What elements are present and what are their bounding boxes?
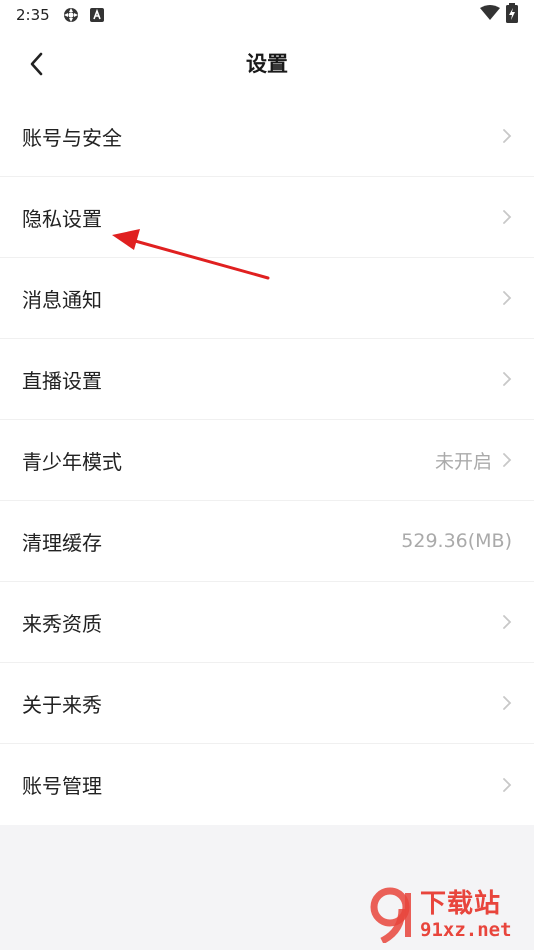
settings-item-label: 隐私设置 [22, 206, 102, 231]
site-watermark: 下载站 91xz.net [366, 884, 526, 946]
battery-charging-icon [506, 3, 518, 27]
settings-item-label: 关于来秀 [22, 692, 102, 717]
page-title: 设置 [246, 52, 288, 76]
settings-item-about[interactable]: 关于来秀 [0, 663, 534, 744]
cache-size: 529.36(MB) [401, 530, 512, 552]
teen-mode-status: 未开启 [434, 450, 492, 473]
chevron-right-icon [503, 129, 512, 143]
settings-item-label: 直播设置 [22, 368, 102, 393]
chevron-right-icon [503, 372, 512, 386]
settings-item-label: 消息通知 [22, 287, 102, 312]
settings-item-account-management[interactable]: 账号管理 [0, 744, 534, 825]
a-badge-icon [89, 8, 104, 22]
settings-item-label: 账号管理 [22, 774, 102, 798]
chevron-right-icon [503, 777, 512, 792]
chevron-right-icon [503, 615, 512, 629]
app-header: 设置 [0, 30, 534, 96]
wifi-icon [480, 5, 500, 25]
settings-list: 账号与安全 隐私设置 消息通知 直播设置 青少年模式 未开启 清理缓存 529.… [0, 96, 534, 825]
settings-item-label: 青少年模式 [22, 449, 122, 474]
chevron-right-icon [503, 696, 512, 710]
chevron-right-icon [503, 210, 512, 224]
settings-item-live-settings[interactable]: 直播设置 [0, 339, 534, 420]
back-button[interactable] [22, 50, 50, 78]
settings-item-notifications[interactable]: 消息通知 [0, 258, 534, 339]
chevron-right-icon [503, 291, 512, 305]
settings-item-label: 来秀资质 [22, 611, 102, 636]
watermark-cn-text: 下载站 [420, 889, 502, 919]
chevron-left-icon [30, 52, 43, 76]
watermark-logo [366, 887, 418, 945]
settings-item-label: 账号与安全 [22, 125, 122, 150]
status-time: 2:35 [16, 6, 50, 24]
settings-item-privacy[interactable]: 隐私设置 [0, 177, 534, 258]
settings-item-label: 清理缓存 [22, 530, 102, 555]
settings-gear-icon [62, 6, 80, 24]
settings-item-qualification[interactable]: 来秀资质 [0, 582, 534, 663]
status-bar: 2:35 [0, 0, 534, 30]
watermark-url: 91xz.net [420, 919, 512, 941]
chevron-right-icon [503, 453, 512, 467]
settings-item-clear-cache[interactable]: 清理缓存 529.36(MB) [0, 501, 534, 582]
settings-item-account-security[interactable]: 账号与安全 [0, 96, 534, 177]
settings-item-teen-mode[interactable]: 青少年模式 未开启 [0, 420, 534, 501]
